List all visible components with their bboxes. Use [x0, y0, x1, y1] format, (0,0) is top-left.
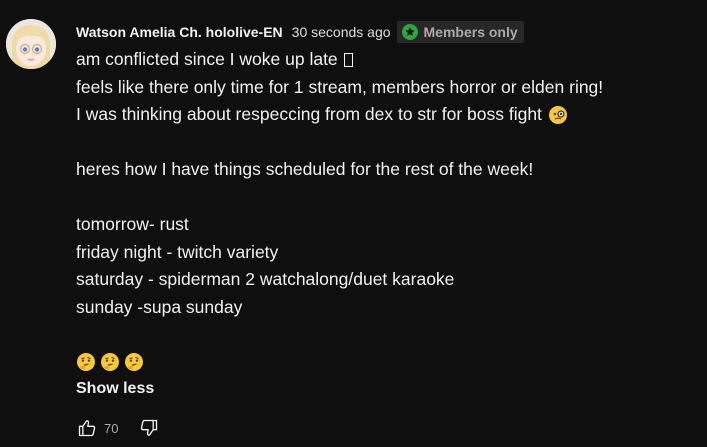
member-star-icon [401, 24, 418, 40]
author-avatar[interactable] [6, 19, 56, 69]
thinking-face-emoji [77, 353, 95, 372]
dislike-button[interactable] [138, 417, 160, 439]
text-line: am conflicted since I woke up late [76, 46, 701, 74]
text-line-content: am conflicted since I woke up late [76, 49, 338, 69]
text-line-content: friday night - twitch variety [76, 241, 279, 262]
like-count: 70 [104, 420, 119, 436]
community-post: Watson Amelia Ch. hololive-EN 30 seconds… [0, 0, 707, 447]
text-line: feels like there only time for 1 stream,… [76, 74, 701, 102]
text-line: tomorrow- rust [76, 211, 701, 239]
badge-label: Members only [423, 24, 518, 40]
thinking-face-emoji [125, 353, 143, 372]
text-line: saturday - spiderman 2 watchalong/duet k… [76, 266, 701, 294]
post-text: am conflicted since I woke up late feels… [76, 46, 701, 376]
author-name[interactable]: Watson Amelia Ch. hololive-EN [76, 24, 283, 40]
post-header: Watson Amelia Ch. hololive-EN 30 seconds… [76, 20, 524, 44]
text-line: heres how I have things scheduled for th… [76, 156, 701, 184]
thumbs-down-icon [141, 419, 158, 436]
thumbs-up-icon [78, 420, 96, 437]
thinking-face-emoji [101, 353, 119, 372]
post-timestamp[interactable]: 30 seconds ago [292, 24, 391, 40]
text-line: sunday -supa sunday [76, 294, 701, 322]
text-line: friday night - twitch variety [76, 239, 701, 267]
text-line-content: heres how I have things scheduled for th… [76, 159, 534, 179]
text-line-content: I was thinking about respeccing from dex… [76, 104, 542, 124]
like-button[interactable] [76, 417, 98, 439]
emoji-line [76, 349, 701, 377]
text-line: I was thinking about respeccing from dex… [76, 101, 701, 129]
text-line-content: saturday - spiderman 2 watchalong/duet k… [76, 269, 455, 289]
members-only-badge: Members only [396, 21, 524, 43]
missing-glyph-icon [343, 52, 353, 67]
text-line-content: tomorrow- rust [76, 214, 189, 234]
post-actions: 70 [76, 416, 160, 440]
show-less-button[interactable]: Show less [76, 380, 154, 398]
monocle-face-emoji [548, 105, 567, 124]
text-line-content: feels like there only time for 1 stream,… [76, 76, 604, 97]
text-line-content: sunday -supa sunday [76, 296, 243, 317]
